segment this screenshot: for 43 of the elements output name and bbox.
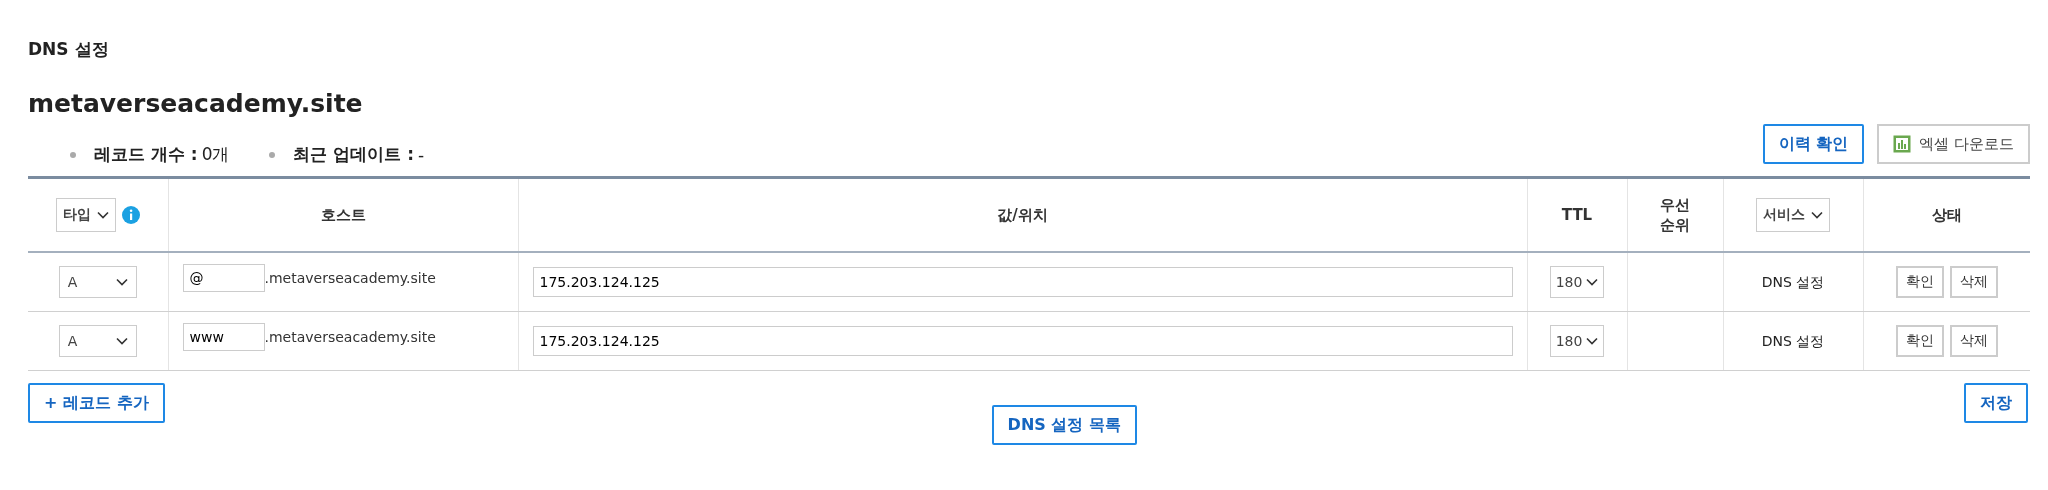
column-header: TTL <box>1561 204 1593 226</box>
chevron-down-icon <box>115 337 128 345</box>
dns-list-button[interactable]: DNS 설정 목록 <box>991 405 1137 445</box>
host-field[interactable]: @ <box>182 264 265 292</box>
type-select[interactable]: A <box>58 266 137 298</box>
ttl-select[interactable]: 180 <box>1549 266 1605 298</box>
chevron-down-icon <box>115 278 128 286</box>
summary-label: 레코드 개수 : <box>94 143 198 166</box>
bullet-icon <box>269 151 276 158</box>
ttl-select[interactable]: 180 <box>1549 325 1605 357</box>
host-suffix: .metaverseacademy.site <box>264 270 436 286</box>
summary-value: - <box>418 144 425 165</box>
column-filter-select[interactable]: 서비스 <box>1756 198 1830 232</box>
service-text: DNS 설정 <box>1761 273 1825 290</box>
chevron-down-icon <box>1586 337 1599 345</box>
chevron-down-icon <box>96 211 109 219</box>
column-header: 값/위치 <box>997 204 1048 226</box>
delete-button[interactable]: 삭제 <box>1949 325 1998 357</box>
chevron-down-icon <box>1811 211 1823 219</box>
value-field[interactable]: 175.203.124.125 <box>532 267 1513 297</box>
save-button[interactable]: 저장 <box>1964 383 2028 423</box>
history-button[interactable]: 이력 확인 <box>1762 124 1865 164</box>
service-text: DNS 설정 <box>1761 332 1825 349</box>
page-title: DNS 설정 <box>28 38 110 61</box>
type-select[interactable]: A <box>58 325 137 357</box>
column-filter-select[interactable]: 타입 <box>55 198 116 232</box>
excel-download-button[interactable]: 엑셀 다운로드 <box>1877 124 2030 164</box>
spreadsheet-icon <box>1893 135 1912 153</box>
chevron-down-icon <box>1586 278 1599 286</box>
host-field[interactable]: www <box>182 323 265 351</box>
summary-value: 0개 <box>201 143 230 166</box>
bullet-icon <box>70 151 76 158</box>
delete-button[interactable]: 삭제 <box>1949 266 1998 298</box>
host-suffix: .metaverseacademy.site <box>264 329 436 345</box>
domain-title: metaverseacademy.site <box>28 89 364 118</box>
confirm-button[interactable]: 확인 <box>1895 325 1944 357</box>
value-field[interactable]: 175.203.124.125 <box>532 326 1513 356</box>
summary-label: 최근 업데이트 : <box>293 143 415 166</box>
column-header: 상태 <box>1931 204 1962 226</box>
column-header: 우선 순위 <box>1660 194 1690 236</box>
column-header: 호스트 <box>320 204 366 226</box>
add-record-button[interactable]: + 레코드 추가 <box>28 383 165 423</box>
confirm-button[interactable]: 확인 <box>1895 266 1944 298</box>
